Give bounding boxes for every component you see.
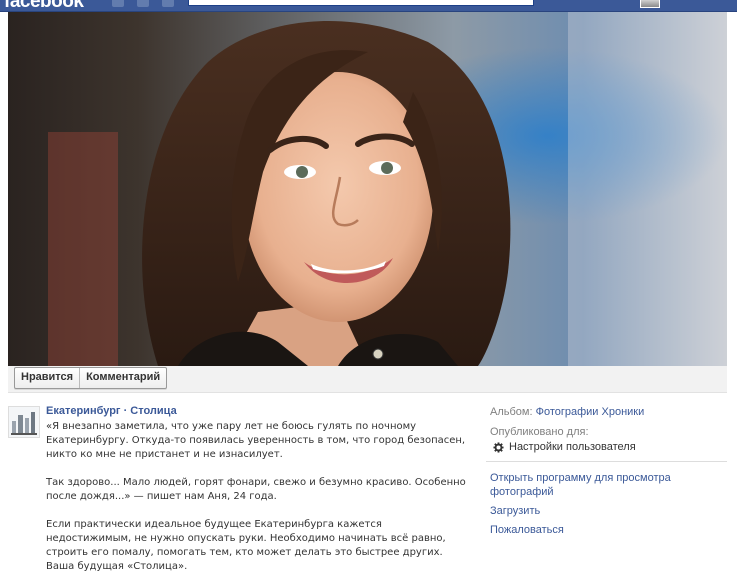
privacy-selector[interactable]: Настройки пользователя <box>490 441 727 453</box>
report-link[interactable]: Пожаловаться <box>490 523 727 537</box>
caption-paragraph-3: Если практически идеальное будущее Екате… <box>46 519 446 572</box>
author-avatar[interactable] <box>8 406 40 438</box>
like-comment-group: Нравится Комментарий <box>14 367 168 389</box>
album-label: Альбом: <box>490 406 533 418</box>
city-skyline-icon <box>11 412 37 435</box>
friend-requests-icon[interactable] <box>112 0 124 7</box>
search-input[interactable] <box>188 0 534 6</box>
album-row: Альбом: Фотографии Хроники <box>490 405 727 419</box>
open-photo-viewer-link[interactable]: Открыть программу для просмотра фотограф… <box>490 471 690 499</box>
published-label: Опубликовано для: <box>490 426 589 438</box>
download-link[interactable]: Загрузить <box>490 504 727 518</box>
facebook-logo[interactable]: facebook <box>4 0 84 11</box>
photo-viewer[interactable] <box>8 12 727 366</box>
sidebar-divider <box>486 461 727 462</box>
photo-image <box>8 12 727 366</box>
album-link[interactable]: Фотографии Хроники <box>536 406 645 418</box>
post-author-link[interactable]: Екатеринбург · Столица <box>46 405 177 417</box>
published-row: Опубликовано для: <box>490 425 727 439</box>
photo-sidebar: Альбом: Фотографии Хроники Опубликовано … <box>486 405 727 537</box>
messages-icon[interactable] <box>137 0 149 7</box>
user-avatar[interactable] <box>640 0 660 8</box>
top-bar: facebook <box>0 0 737 12</box>
sidebar-links: Открыть программу для просмотра фотограф… <box>490 471 727 537</box>
notifications-icon[interactable] <box>162 0 174 7</box>
photo-actions-bar: Нравится Комментарий <box>8 366 727 393</box>
gear-icon <box>493 441 504 453</box>
post-caption: «Я внезапно заметила, что уже пару лет н… <box>46 420 466 574</box>
like-button[interactable]: Нравится <box>15 368 79 388</box>
comment-button[interactable]: Комментарий <box>79 368 166 388</box>
caption-paragraph-1: «Я внезапно заметила, что уже пару лет н… <box>46 421 466 460</box>
privacy-value: Настройки пользователя <box>509 441 636 453</box>
caption-paragraph-2: Так здорово... Мало людей, горят фонари,… <box>46 477 466 502</box>
